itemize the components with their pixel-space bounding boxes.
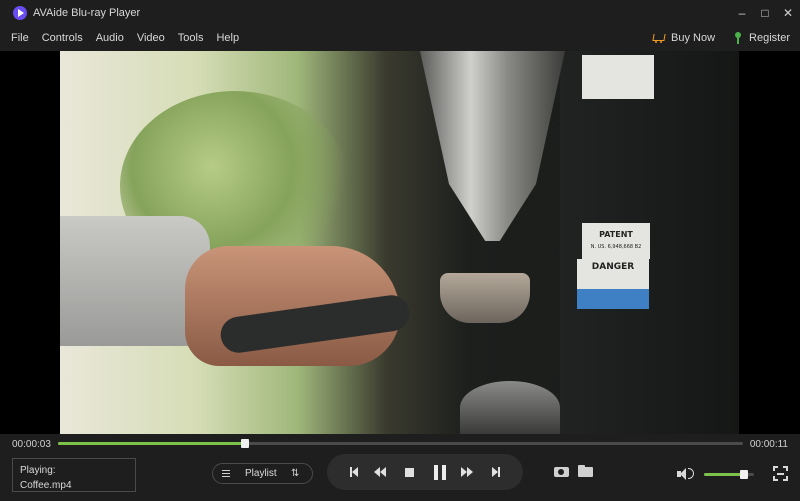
- next-button[interactable]: [487, 463, 505, 481]
- volume-slider-thumb[interactable]: [740, 470, 748, 479]
- danger-text: DANGER: [591, 262, 635, 272]
- previous-button[interactable]: [345, 463, 363, 481]
- patent-number: N. US. 6,948,668 B2: [590, 244, 642, 250]
- playlist-button[interactable]: Playlist ⇅: [212, 463, 313, 484]
- now-playing-box: Playing: Coffee.mp4: [12, 458, 136, 492]
- title-bar: AVAide Blu-ray Player – □ ✕: [0, 0, 800, 25]
- video-drip-tray: [460, 381, 560, 434]
- controls-row: Playing: Coffee.mp4 Playlist ⇅: [0, 454, 800, 501]
- seek-bar-thumb[interactable]: [241, 439, 249, 448]
- cart-icon: [652, 33, 665, 44]
- video-portafilter: [440, 273, 530, 323]
- open-folder-icon[interactable]: [578, 464, 594, 478]
- seek-bar-fill: [58, 442, 245, 445]
- pause-button[interactable]: [431, 462, 449, 482]
- fullscreen-icon[interactable]: [773, 466, 788, 481]
- pause-icon: [434, 464, 446, 480]
- register-link[interactable]: Register: [733, 32, 790, 44]
- video-danger-label: DANGER: [577, 259, 649, 289]
- menu-controls[interactable]: Controls: [42, 32, 83, 44]
- key-icon: [733, 32, 743, 44]
- rewind-button[interactable]: [371, 463, 389, 481]
- menu-help[interactable]: Help: [216, 32, 239, 44]
- sort-icon[interactable]: ⇅: [291, 469, 302, 479]
- transport-controls: [327, 454, 523, 490]
- window-title: AVAide Blu-ray Player: [33, 6, 141, 19]
- video-blue-sticker: [577, 289, 649, 309]
- progress-row: 00:00:03 00:00:11: [0, 434, 800, 454]
- window-controls: – □ ✕: [731, 0, 800, 25]
- minimize-button[interactable]: –: [731, 0, 753, 25]
- video-sticker-top: [582, 55, 654, 99]
- video-patent-label: PATENT N. US. 6,948,668 B2: [582, 223, 650, 259]
- fast-forward-button[interactable]: [458, 463, 476, 481]
- register-label: Register: [749, 32, 790, 44]
- volume-wave-icon: [688, 468, 694, 479]
- patent-text: PATENT: [599, 230, 633, 239]
- rewind-icon-2: [380, 467, 386, 477]
- video-grinder: [420, 51, 565, 241]
- video-frame: PATENT N. US. 6,948,668 B2 DANGER: [60, 51, 739, 434]
- previous-icon: [352, 467, 358, 477]
- buy-now-label: Buy Now: [671, 32, 716, 44]
- stop-icon: [404, 467, 414, 477]
- close-button[interactable]: ✕: [777, 0, 799, 25]
- maximize-button[interactable]: □: [754, 0, 776, 25]
- video-area[interactable]: PATENT N. US. 6,948,668 B2 DANGER: [0, 51, 800, 434]
- buy-now-link[interactable]: Buy Now: [652, 32, 715, 44]
- current-time: 00:00:03: [12, 439, 51, 450]
- menu-tools[interactable]: Tools: [178, 32, 204, 44]
- duration-time: 00:00:11: [749, 439, 788, 450]
- volume-slider-fill: [704, 473, 744, 476]
- menu-video[interactable]: Video: [137, 32, 165, 44]
- now-playing-file: Coffee.mp4: [20, 480, 72, 491]
- menu-bar: File Controls Audio Video Tools Help Buy…: [0, 25, 800, 51]
- playlist-label: Playlist: [245, 468, 277, 479]
- menu-audio[interactable]: Audio: [96, 32, 124, 44]
- list-icon: [222, 470, 230, 477]
- now-playing-label: Playing:: [20, 465, 56, 476]
- seek-bar[interactable]: [58, 439, 743, 448]
- app-logo-icon: [13, 5, 27, 20]
- stop-button[interactable]: [400, 463, 418, 481]
- fast-forward-icon-2: [467, 467, 473, 477]
- volume-slider[interactable]: [704, 470, 754, 479]
- snapshot-camera-icon[interactable]: [554, 464, 570, 478]
- menu-file[interactable]: File: [11, 32, 29, 44]
- next-icon-bar: [498, 467, 500, 477]
